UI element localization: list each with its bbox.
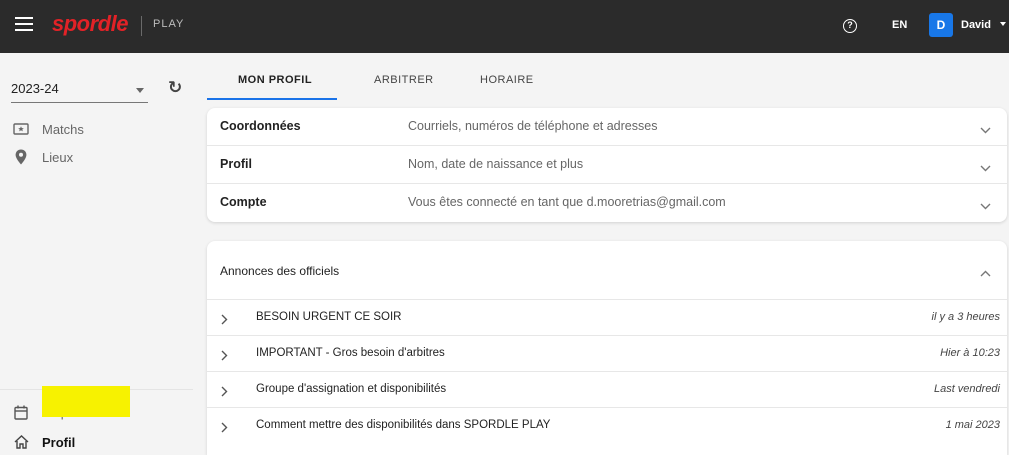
user-menu-caret-icon[interactable] xyxy=(1000,22,1006,26)
language-switch[interactable]: EN xyxy=(892,19,907,31)
section-title: Compte xyxy=(220,195,267,209)
profile-sections-card: Coordonnées Courriels, numéros de téléph… xyxy=(207,108,1007,222)
sidebar-item-label: Matchs xyxy=(42,121,84,137)
chevron-down-icon xyxy=(136,88,144,93)
announcement-date: Last vendredi xyxy=(933,383,1000,395)
user-name[interactable]: David xyxy=(961,19,991,31)
chevron-down-icon[interactable] xyxy=(980,197,991,215)
sidebar-item-label: Lieux xyxy=(42,149,74,165)
chevron-right-icon[interactable] xyxy=(221,420,228,438)
announcement-title: IMPORTANT - Gros besoin d'arbitres xyxy=(256,347,445,359)
tab-horaire[interactable]: HORAIRE xyxy=(480,74,534,86)
chevron-right-icon[interactable] xyxy=(221,384,228,402)
section-title: Profil xyxy=(220,157,252,171)
help-icon[interactable]: ? xyxy=(843,19,857,33)
announcement-title: Comment mettre des disponibilités dans S… xyxy=(256,419,551,431)
profile-section-profil[interactable]: Profil Nom, date de naissance et plus xyxy=(207,146,1007,184)
chevron-right-icon[interactable] xyxy=(221,312,228,330)
announcements-title: Annonces des officiels xyxy=(220,264,340,278)
active-tab-indicator xyxy=(207,98,337,100)
chevron-down-icon[interactable] xyxy=(980,159,991,177)
brand-product-name: PLAY xyxy=(153,18,185,30)
brand-logo[interactable]: spordle xyxy=(52,11,128,37)
location-pin-icon xyxy=(10,149,32,165)
brand-divider xyxy=(141,16,142,36)
chevron-down-icon[interactable] xyxy=(980,121,991,139)
announcement-date: 1 mai 2023 xyxy=(945,419,1000,431)
hamburger-menu-icon[interactable] xyxy=(15,17,33,31)
sidebar-item-lieux[interactable]: Lieux xyxy=(10,147,73,167)
season-select-value: 2023-24 xyxy=(11,81,59,96)
sidebar-item-profil[interactable]: Profil xyxy=(10,432,75,452)
announcement-item[interactable]: IMPORTANT - Gros besoin d'arbitres Hier … xyxy=(207,335,1007,371)
announcement-item[interactable]: Comment mettre des disponibilités dans S… xyxy=(207,407,1007,443)
profile-section-compte[interactable]: Compte Vous êtes connecté en tant que d.… xyxy=(207,184,1007,222)
avatar[interactable]: D xyxy=(929,13,953,37)
tab-mon-profil[interactable]: MON PROFIL xyxy=(238,74,312,86)
section-description: Courriels, numéros de téléphone et adres… xyxy=(408,119,658,133)
top-app-bar: spordle PLAY ? EN D David xyxy=(0,0,1009,53)
announcement-item[interactable]: Groupe d'assignation et disponibilités L… xyxy=(207,371,1007,407)
profile-section-coordonnees[interactable]: Coordonnées Courriels, numéros de téléph… xyxy=(207,108,1007,146)
section-description: Nom, date de naissance et plus xyxy=(408,157,584,171)
tab-arbitrer[interactable]: ARBITRER xyxy=(374,74,434,86)
ticket-icon xyxy=(10,122,32,136)
sidebar-item-label: Profil xyxy=(42,434,76,450)
chevron-right-icon[interactable] xyxy=(221,348,228,366)
announcement-title: Groupe d'assignation et disponibilités xyxy=(256,383,447,395)
home-icon xyxy=(10,435,32,449)
announcement-item[interactable]: BESOIN URGENT CE SOIR il y a 3 heures xyxy=(207,299,1007,335)
announcement-title: BESOIN URGENT CE SOIR xyxy=(256,311,402,323)
refresh-icon[interactable]: ↻ xyxy=(168,79,182,97)
announcements-card: Annonces des officiels BESOIN URGENT CE … xyxy=(207,241,1007,455)
calendar-icon xyxy=(10,405,32,420)
redaction-highlight xyxy=(42,386,130,417)
chevron-up-icon[interactable] xyxy=(980,264,991,282)
section-description: Vous êtes connecté en tant que d.mooretr… xyxy=(408,195,726,209)
section-title: Coordonnées xyxy=(220,119,301,133)
sidebar-item-matchs[interactable]: Matchs xyxy=(10,119,84,139)
announcement-date: il y a 3 heures xyxy=(931,311,1000,323)
season-select[interactable]: 2023-24 xyxy=(11,81,148,103)
announcement-date: Hier à 10:23 xyxy=(940,347,1000,359)
